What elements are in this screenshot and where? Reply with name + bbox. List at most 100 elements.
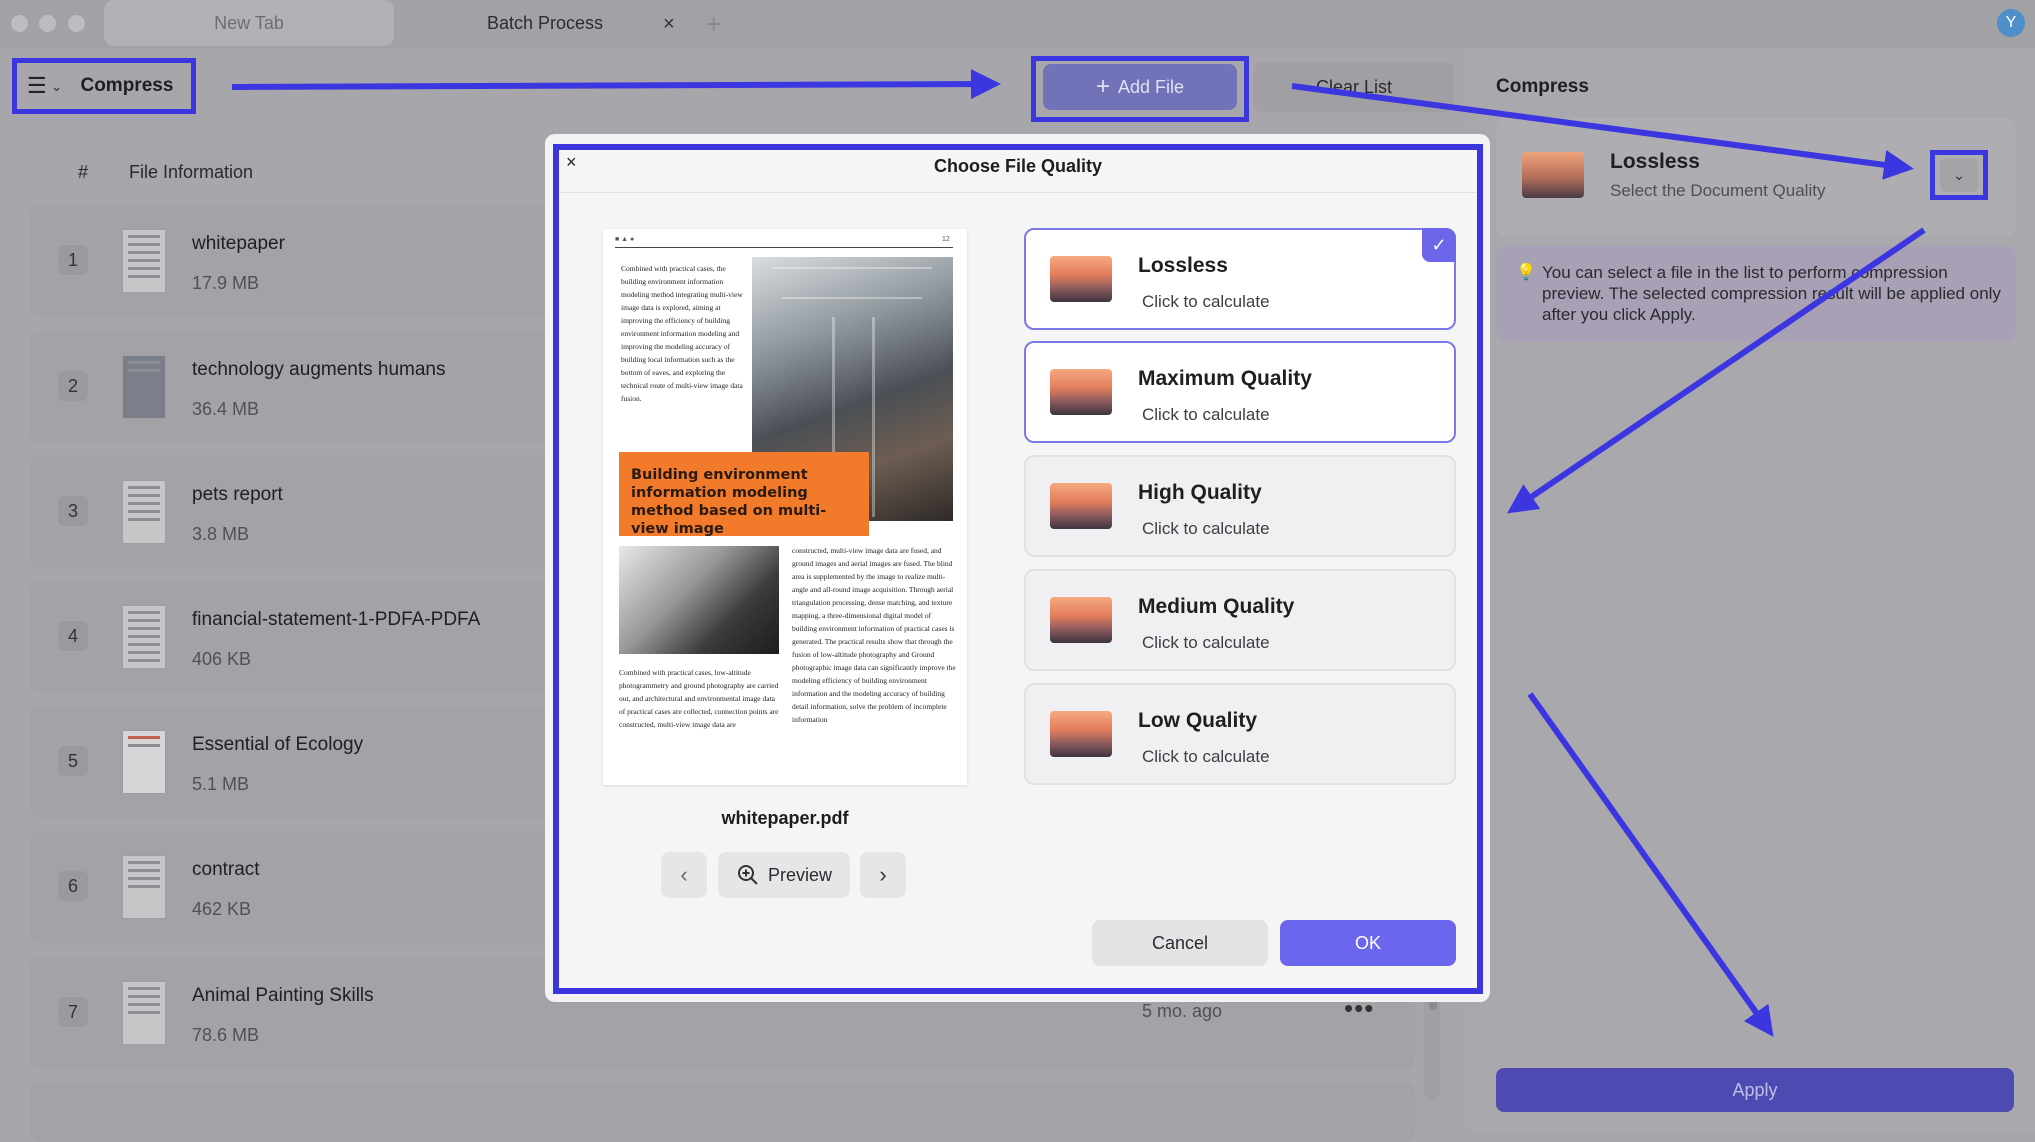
file-thumbnail <box>122 981 166 1045</box>
cancel-button[interactable]: Cancel <box>1092 920 1268 966</box>
quality-thumbnail <box>1050 711 1112 757</box>
quality-option-size[interactable]: Click to calculate <box>1142 747 1270 767</box>
column-header-number: # <box>78 162 89 182</box>
chevron-down-icon: ⌄ <box>1953 166 1965 183</box>
file-thumbnail <box>122 605 166 669</box>
file-modified-date: 5 mo. ago <box>1142 1001 1223 1021</box>
tab-label: Batch Process <box>486 12 604 33</box>
file-name: pets report <box>192 484 283 505</box>
zoom-in-icon <box>737 865 758 885</box>
file-thumbnail <box>122 229 166 293</box>
column-header-file-information: File Information <box>129 162 254 182</box>
doc-computer-photo <box>619 546 779 654</box>
tab-batch-process[interactable]: Batch Process <box>400 0 690 46</box>
row-number: 5 <box>58 746 88 776</box>
clear-list-label: Clear List <box>1315 76 1393 97</box>
selected-quality-name: Lossless <box>1610 150 1700 173</box>
quality-option-lossless[interactable]: Lossless Click to calculate ✓ <box>1024 228 1456 330</box>
new-tab-plus-icon[interactable]: + <box>706 9 721 40</box>
apply-label: Apply <box>1732 1079 1778 1100</box>
add-file-label: Add File <box>1117 76 1185 97</box>
file-size: 462 KB <box>192 899 252 919</box>
doc-page-number: 12 <box>942 236 950 243</box>
apply-button[interactable]: Apply <box>1496 1068 2014 1112</box>
quality-option-name: High Quality <box>1138 481 1262 504</box>
chevron-down-icon: ⌄ <box>50 77 63 94</box>
file-thumbnail <box>122 730 166 794</box>
ok-label: OK <box>1354 932 1381 953</box>
row-number: 3 <box>58 496 88 526</box>
chevron-right-icon: › <box>879 862 887 887</box>
doc-orange-heading: Building environment information modelin… <box>631 467 827 537</box>
window-close-light[interactable] <box>11 15 28 32</box>
preview-label: Preview <box>767 864 833 885</box>
window-minimize-light[interactable] <box>39 15 56 32</box>
quality-option-size[interactable]: Click to calculate <box>1142 519 1270 539</box>
quality-dropdown-button[interactable]: ⌄ <box>1940 158 1978 192</box>
tab-new-tab[interactable]: New Tab <box>104 0 394 46</box>
file-size: 5.1 MB <box>192 774 250 794</box>
tab-label: New Tab <box>214 12 284 33</box>
lightbulb-icon: 💡 <box>1516 264 1536 281</box>
dialog-divider <box>559 192 1477 193</box>
file-size: 78.6 MB <box>192 1025 260 1045</box>
row-number: 4 <box>58 621 88 651</box>
doc-header-rule <box>615 247 953 248</box>
row-number: 6 <box>58 871 88 901</box>
row-number: 7 <box>58 997 88 1027</box>
file-size: 36.4 MB <box>192 399 260 419</box>
row-number: 1 <box>58 245 88 275</box>
user-avatar[interactable]: Y <box>1997 9 2025 37</box>
file-row[interactable] <box>30 1082 1415 1142</box>
checkmark-icon: ✓ <box>1422 228 1456 262</box>
file-size: 3.8 MB <box>192 524 250 544</box>
file-thumbnail <box>122 480 166 544</box>
doc-orange-heading-block: Building environment information modelin… <box>619 452 869 537</box>
previous-page-button[interactable]: ‹ <box>661 852 707 898</box>
doc-column-text: Combined with practical cases, low-altit… <box>619 668 779 729</box>
file-name: Essential of Ecology <box>192 734 364 755</box>
quality-option-size[interactable]: Click to calculate <box>1142 633 1270 653</box>
file-name: technology augments humans <box>192 359 446 380</box>
chevron-left-icon: ‹ <box>680 862 688 887</box>
quality-option-low[interactable]: Low Quality Click to calculate <box>1024 683 1456 785</box>
quality-option-size[interactable]: Click to calculate <box>1142 405 1270 425</box>
add-file-button[interactable]: + Add File <box>1043 64 1237 110</box>
arrow-to-add-file <box>231 69 1001 100</box>
quality-thumbnail <box>1050 483 1112 529</box>
quality-option-medium[interactable]: Medium Quality Click to calculate <box>1024 569 1456 671</box>
panel-title: Compress <box>1496 76 1589 97</box>
file-size: 17.9 MB <box>192 273 260 293</box>
compress-mode-menu[interactable]: ☰ ⌄ Compress <box>12 58 196 114</box>
file-name: contract <box>192 859 260 880</box>
window-zoom-light[interactable] <box>68 15 85 32</box>
ok-button[interactable]: OK <box>1280 920 1456 966</box>
doc-column-text: Combined with practical cases, the build… <box>621 264 743 403</box>
quality-option-name: Maximum Quality <box>1138 367 1312 390</box>
doc-column-text: constructed, multi-view image data are f… <box>792 546 956 724</box>
file-name: whitepaper <box>192 233 285 254</box>
quality-option-maximum[interactable]: Maximum Quality Click to calculate <box>1024 341 1456 443</box>
tip-text: You can select a file in the list to per… <box>1542 263 2001 324</box>
quality-option-size[interactable]: Click to calculate <box>1142 292 1270 312</box>
quality-hint: Select the Document Quality <box>1610 181 1826 200</box>
tab-close-icon[interactable]: × <box>663 13 675 36</box>
quality-option-high[interactable]: High Quality Click to calculate <box>1024 455 1456 557</box>
quality-option-name: Lossless <box>1138 254 1228 277</box>
doc-header-marks: ■ ▲ ● <box>615 236 635 243</box>
preview-filename: whitepaper.pdf <box>721 808 849 828</box>
next-page-button[interactable]: › <box>860 852 906 898</box>
hamburger-icon: ☰ <box>27 73 47 98</box>
file-thumbnail <box>122 855 166 919</box>
preview-button[interactable]: Preview <box>718 852 850 898</box>
quality-option-name: Medium Quality <box>1138 595 1295 618</box>
clear-list-button[interactable]: Clear List <box>1254 62 1454 112</box>
file-name: financial-statement-1-PDFA-PDFA <box>192 609 481 630</box>
quality-thumbnail <box>1050 369 1112 415</box>
mode-label: Compress <box>80 75 174 96</box>
cancel-label: Cancel <box>1151 932 1209 953</box>
row-number: 2 <box>58 371 88 401</box>
quality-thumbnail <box>1050 597 1112 643</box>
quality-thumbnail <box>1050 256 1112 302</box>
file-size: 406 KB <box>192 649 252 669</box>
